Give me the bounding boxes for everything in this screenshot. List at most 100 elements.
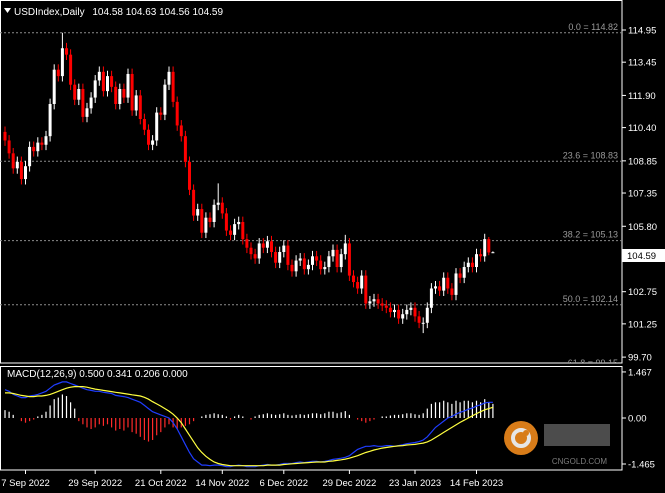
macd-header: MACD(12,26,9) 0.500 0.341 0.206 0.000 [7,369,188,380]
symbol-label: USDIndex,Daily [14,7,85,18]
candle-body [122,88,126,98]
candle-body [179,125,183,137]
candle-body [73,84,77,100]
candle-body [204,217,208,233]
current-price-label: 104.59 [627,251,656,262]
candle-body [442,277,446,291]
candle-body [229,230,232,235]
candle-body [183,136,187,162]
candle-body [454,273,458,295]
candle-body [380,303,384,306]
candle-body [110,76,114,87]
candle [347,238,351,281]
fib-level-label: 50.0 = 102.14 [563,294,618,304]
candle-body [24,166,27,180]
candle-body [388,307,392,313]
candle-body [319,260,323,270]
price-tick-label: 102.75 [628,287,657,298]
candle-body [261,243,265,248]
candle-body [458,273,462,278]
candle-body [253,254,257,259]
candle-body [7,140,11,154]
candle-body [28,146,32,167]
candle-body [224,213,228,231]
candle-body [393,309,396,313]
candle-body [171,71,175,102]
candle-body [487,239,491,253]
candle-body [421,322,425,324]
candle-body [434,286,437,289]
time-tick-label: 14 Feb 2023 [450,478,503,489]
chart-header: USDIndex,Daily 104.58 104.63 104.56 104.… [14,7,223,18]
candle [69,49,73,91]
candle-body [11,153,15,169]
candle-body [294,260,298,272]
candle-body [40,142,44,145]
candle-body [32,146,36,152]
candle-body [93,80,97,98]
candle-body [376,299,380,304]
candle-body [212,204,216,222]
chart-canvas[interactable]: 0.0 = 114.82 23.6 = 108.83 38.2 = 105.13 50… [0,0,665,493]
time-tick-label: 6 Dec 2022 [260,478,309,489]
candle-body [360,275,364,289]
candle-body [77,88,81,100]
time-tick-label: 29 Sep 2022 [68,478,122,489]
price-tick-label: 110.40 [628,123,656,134]
candle-body [15,161,19,169]
candle-body [249,247,253,255]
candle-body [220,202,224,214]
candle-body [237,221,241,225]
candle-body [331,249,335,257]
candle-body [372,299,376,302]
candle-body [483,239,487,257]
candle-body [401,314,405,319]
candle-body [282,245,286,253]
candle-body [368,301,372,304]
time-tick-label: 14 Nov 2022 [195,478,249,489]
candle-body [278,252,282,263]
candle [192,184,196,221]
logo-dot [523,430,529,436]
time-tick-label: 7 Sep 2022 [1,478,50,489]
candle-body [438,286,442,291]
candle-body [56,69,60,77]
macd-tick-label: 0.00 [628,414,647,425]
candle-body [118,88,122,105]
candle-body [60,48,64,77]
logo-circle [504,421,538,455]
candle [188,156,191,196]
candle-body [65,48,68,55]
candle-body [265,241,269,248]
candle-body [327,256,331,268]
candle-body [163,84,167,115]
candle-body [384,305,388,308]
candle-body [81,88,85,117]
price-tick-label: 105.80 [628,222,657,233]
candle-body [233,224,237,235]
candle [52,64,56,110]
candle-body [101,71,105,92]
candle-body [311,256,314,265]
macd-tick-label: 1.467 [628,367,652,378]
candle-body [241,221,245,240]
candle-body [192,189,196,216]
candle-body [106,76,109,92]
candle-body [466,262,470,268]
candle-body [134,95,138,111]
candle-body [290,264,294,272]
candle-body [425,307,429,323]
candle-body [491,252,495,254]
candle-body [151,140,155,145]
time-tick-label: 21 Oct 2022 [135,478,187,489]
price-tick-label: 111.90 [628,91,656,102]
candle-body [208,217,212,222]
candle-body [335,249,339,268]
candle-body [44,136,48,145]
candle-body [114,86,118,105]
price-tick-label: 107.35 [628,189,657,200]
candle [364,270,368,309]
candle-body [196,209,200,216]
candle-body [48,104,52,137]
price-tick-label: 108.85 [628,156,657,167]
